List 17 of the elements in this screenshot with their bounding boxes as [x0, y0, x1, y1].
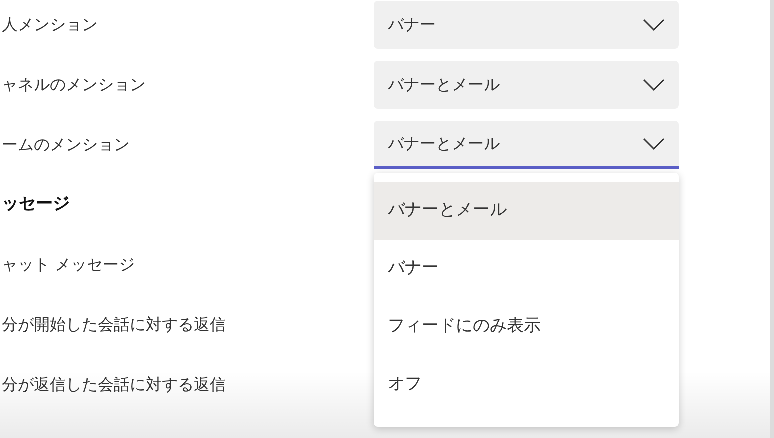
section-heading: ッセージ [1, 193, 70, 216]
dropdown[interactable]: バナー [374, 1, 679, 49]
menu-option[interactable]: フィードにのみ表示 [374, 298, 679, 356]
setting-label: 人メンション [1, 14, 98, 36]
dropdown[interactable]: バナーとメール [374, 121, 679, 169]
chevron-down-icon [643, 138, 665, 150]
menu-option[interactable]: バナーとメール [374, 182, 679, 240]
menu-option[interactable]: バナー [374, 240, 679, 298]
setting-label: ャネルのメンション [1, 74, 146, 96]
setting-label: 分が開始した会話に対する返信 [1, 314, 226, 336]
menu-option[interactable]: オフ [374, 356, 679, 414]
dropdown[interactable]: バナーとメール [374, 61, 679, 109]
setting-label: 分が返信した会話に対する返信 [1, 374, 226, 396]
setting-label: ャット メッセージ [1, 254, 136, 276]
setting-label: ームのメンション [1, 134, 130, 156]
chevron-down-icon [643, 19, 665, 31]
chevron-down-icon [643, 79, 665, 91]
